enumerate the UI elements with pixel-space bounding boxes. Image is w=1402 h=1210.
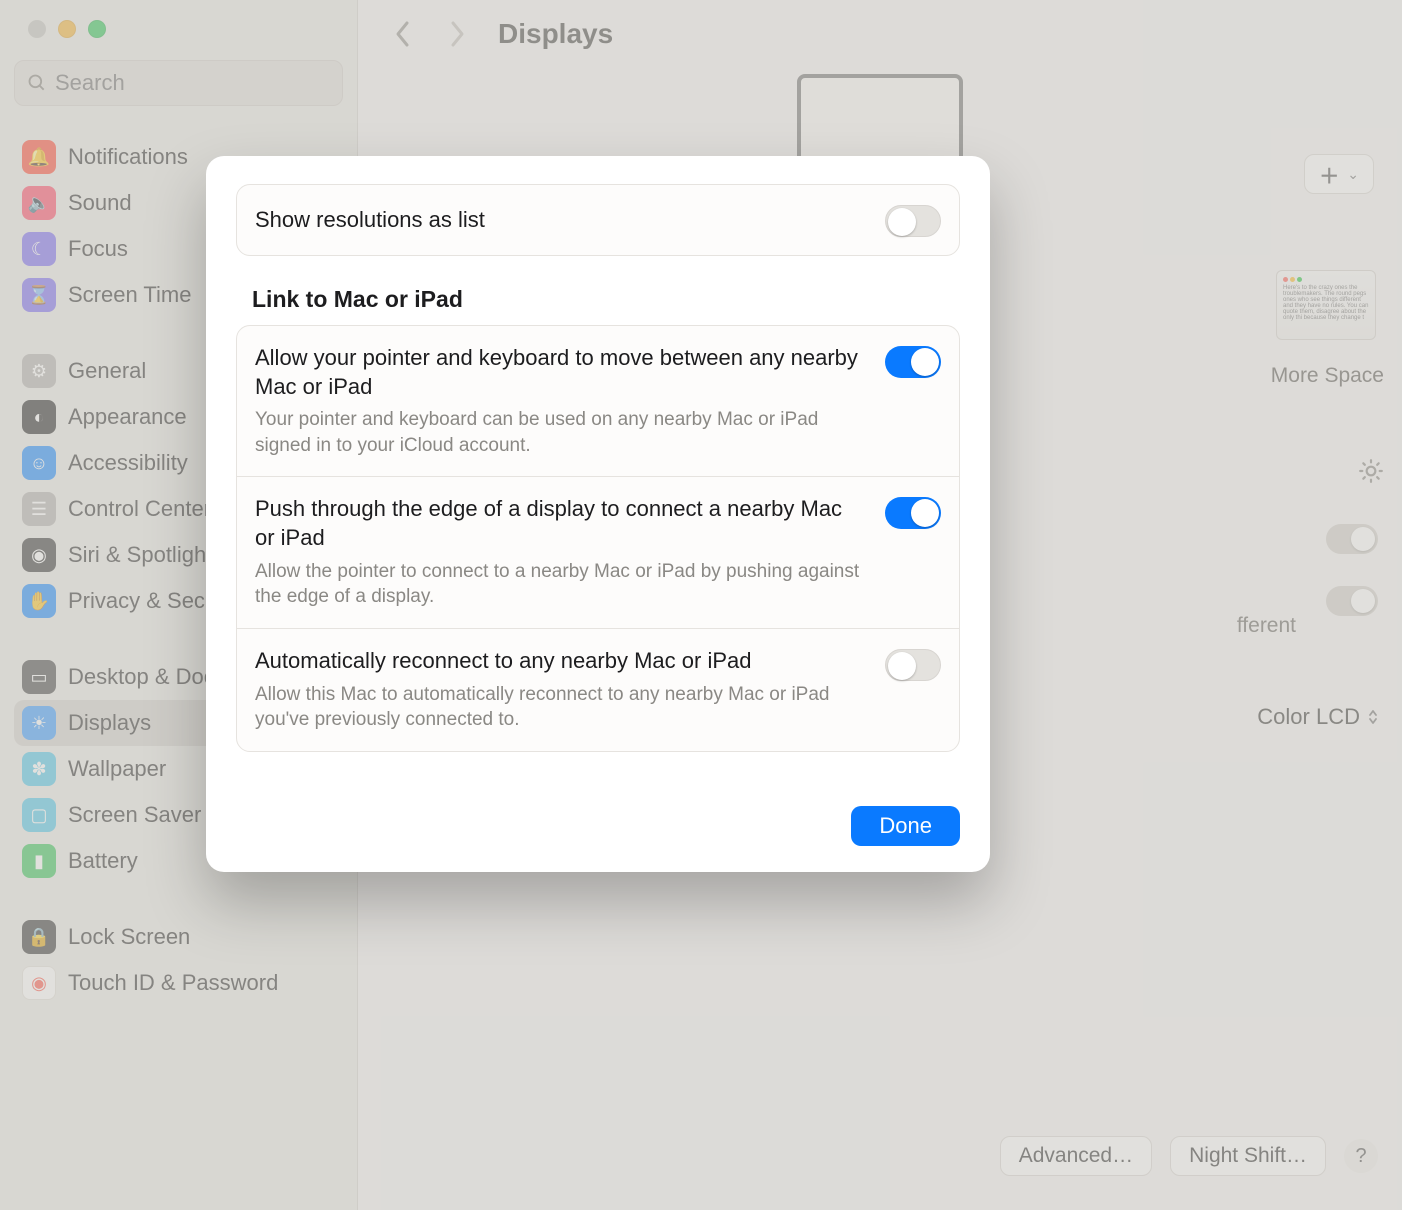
setting-description: Your pointer and keyboard can be used on… bbox=[255, 407, 867, 458]
setting-row-universal-control: Allow your pointer and keyboard to move … bbox=[237, 326, 959, 476]
setting-description: Allow this Mac to automatically reconnec… bbox=[255, 682, 867, 733]
setting-title: Automatically reconnect to any nearby Ma… bbox=[255, 647, 867, 676]
toggle-universal-control[interactable] bbox=[885, 346, 941, 378]
setting-row-push-through: Push through the edge of a display to co… bbox=[237, 476, 959, 627]
setting-title: Push through the edge of a display to co… bbox=[255, 495, 867, 552]
setting-row-auto-reconnect: Automatically reconnect to any nearby Ma… bbox=[237, 628, 959, 751]
link-card: Allow your pointer and keyboard to move … bbox=[236, 325, 960, 752]
show-resolutions-label: Show resolutions as list bbox=[255, 206, 867, 235]
done-button[interactable]: Done bbox=[851, 806, 960, 846]
link-section-title: Link to Mac or iPad bbox=[252, 286, 956, 313]
resolutions-card: Show resolutions as list bbox=[236, 184, 960, 256]
setting-title: Allow your pointer and keyboard to move … bbox=[255, 344, 867, 401]
toggle-push-through[interactable] bbox=[885, 497, 941, 529]
setting-description: Allow the pointer to connect to a nearby… bbox=[255, 559, 867, 610]
advanced-displays-sheet: Show resolutions as list Link to Mac or … bbox=[206, 156, 990, 872]
show-resolutions-toggle[interactable] bbox=[885, 205, 941, 237]
toggle-auto-reconnect[interactable] bbox=[885, 649, 941, 681]
